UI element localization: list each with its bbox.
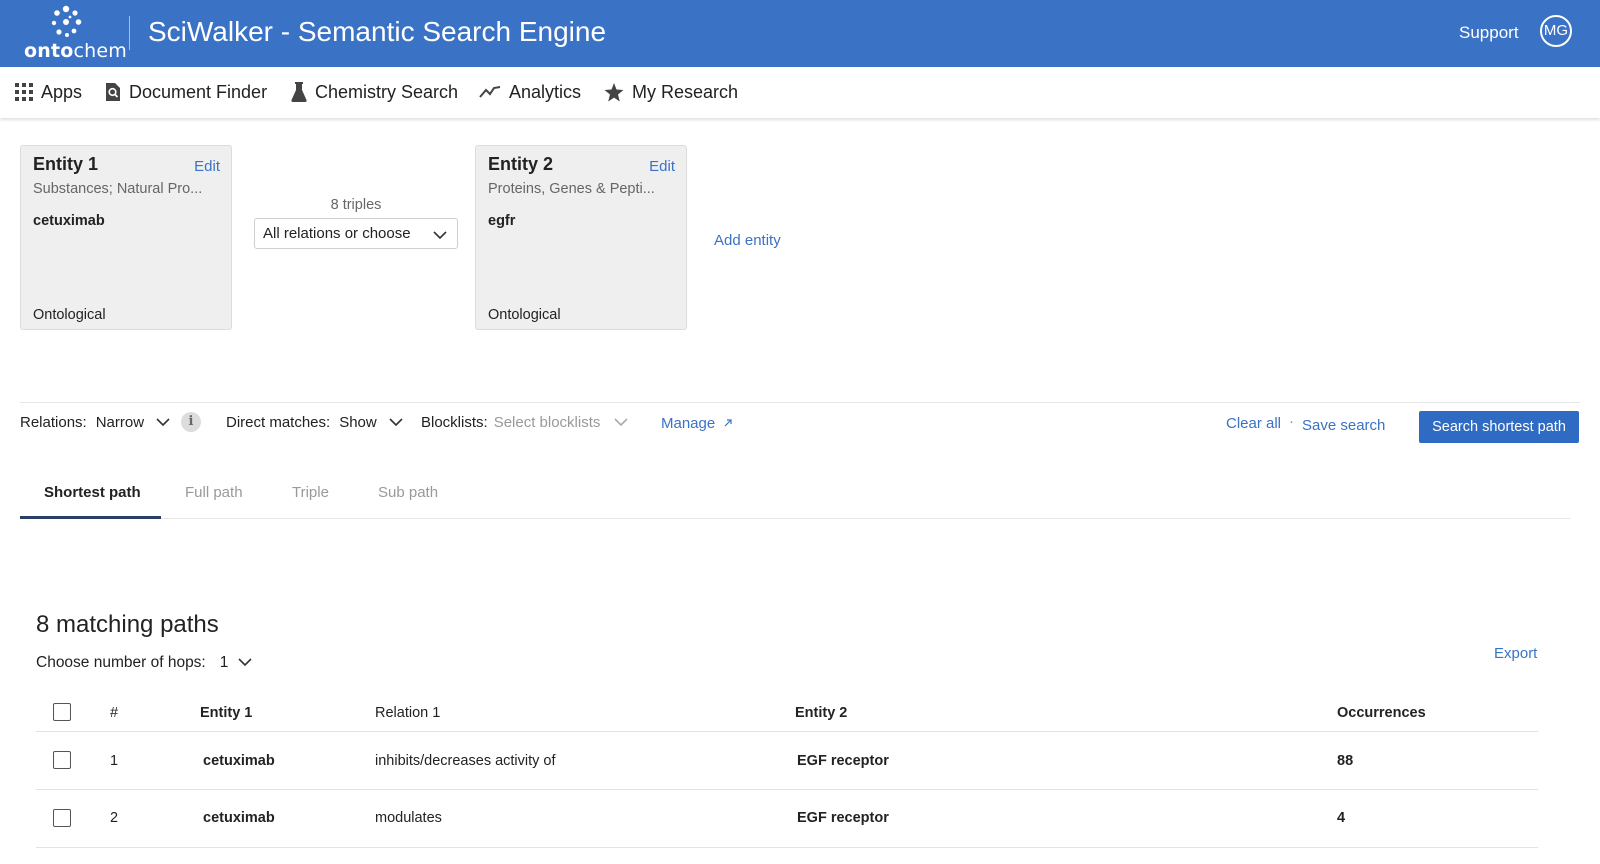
entity2-edit-link[interactable]: Edit bbox=[649, 158, 675, 175]
app-header: ontochem SciWalker - Semantic Search Eng… bbox=[0, 0, 1600, 67]
row-entity2: EGF receptor bbox=[797, 810, 889, 826]
chevron-down-icon bbox=[614, 414, 628, 431]
triples-count: 8 triples bbox=[330, 197, 382, 213]
tabs-divider bbox=[20, 518, 1570, 519]
flask-icon bbox=[291, 82, 307, 102]
info-icon[interactable]: i bbox=[181, 412, 201, 432]
select-all-checkbox[interactable] bbox=[53, 703, 71, 721]
search-shortest-path-button[interactable]: Search shortest path bbox=[1419, 411, 1579, 443]
entity1-category: Substances; Natural Pro... bbox=[33, 181, 203, 197]
column-header-relation1[interactable]: Relation 1 bbox=[375, 705, 440, 721]
nav-chemistry-search-label: Chemistry Search bbox=[315, 81, 459, 102]
column-header-number: # bbox=[110, 705, 119, 721]
save-search-link[interactable]: Save search bbox=[1302, 417, 1385, 434]
column-header-occurrences[interactable]: Occurrences bbox=[1337, 705, 1426, 721]
active-tab-indicator bbox=[20, 516, 161, 519]
direct-matches-label: Direct matches: bbox=[226, 414, 331, 431]
chevron-down-icon bbox=[156, 414, 170, 431]
nav-my-research-label: My Research bbox=[632, 81, 739, 102]
entity2-type: Ontological bbox=[488, 307, 561, 323]
blocklists-label: Blocklists: bbox=[421, 414, 488, 431]
entity2-title: Entity 2 bbox=[488, 154, 554, 174]
chevron-down-icon bbox=[433, 227, 447, 245]
row-divider bbox=[36, 789, 1538, 790]
apps-grid-icon bbox=[15, 83, 33, 101]
clear-all-link[interactable]: Clear all bbox=[1226, 415, 1281, 432]
tab-full-path[interactable]: Full path bbox=[185, 484, 243, 501]
row-relation: modulates bbox=[375, 810, 442, 826]
export-link[interactable]: Export bbox=[1494, 645, 1537, 662]
relation-select[interactable]: All relations or choose bbox=[254, 218, 458, 249]
entity2-value: egfr bbox=[488, 213, 516, 229]
row-occurrences: 88 bbox=[1337, 753, 1354, 769]
nav-document-finder-label: Document Finder bbox=[129, 81, 268, 102]
entity2-category: Proteins, Genes & Pepti... bbox=[488, 181, 655, 197]
filter-divider bbox=[20, 402, 1580, 403]
row-divider bbox=[36, 847, 1538, 848]
row-number: 2 bbox=[110, 810, 119, 826]
support-link[interactable]: Support bbox=[1459, 23, 1519, 43]
hops-selector[interactable]: Choose number of hops: 1 bbox=[36, 654, 252, 672]
direct-matches-filter[interactable]: Direct matches: Show bbox=[226, 414, 403, 431]
app-title: SciWalker - Semantic Search Engine bbox=[148, 16, 607, 47]
blocklists-filter[interactable]: Blocklists: Select blocklists bbox=[421, 414, 628, 431]
results-title: 8 matching paths bbox=[36, 611, 219, 638]
nav-my-research[interactable]: My Research bbox=[604, 79, 738, 105]
relations-filter-value[interactable]: Narrow bbox=[96, 414, 144, 431]
document-search-icon bbox=[105, 82, 121, 102]
header-row-divider bbox=[36, 731, 1538, 732]
nav-chemistry-search[interactable]: Chemistry Search bbox=[291, 79, 458, 105]
hops-value[interactable]: 1 bbox=[220, 654, 229, 672]
row-checkbox[interactable] bbox=[53, 751, 71, 769]
row-relation: inhibits/decreases activity of bbox=[375, 753, 556, 769]
row-occurrences: 4 bbox=[1337, 810, 1346, 826]
entity1-type: Ontological bbox=[33, 307, 106, 323]
row-entity1: cetuximab bbox=[203, 810, 275, 826]
column-header-entity1[interactable]: Entity 1 bbox=[200, 705, 252, 721]
tab-sub-path[interactable]: Sub path bbox=[378, 484, 438, 501]
nav-analytics-label: Analytics bbox=[509, 81, 582, 102]
relations-filter[interactable]: Relations: Narrow bbox=[20, 414, 170, 431]
column-header-entity2[interactable]: Entity 2 bbox=[795, 705, 847, 721]
row-entity1: cetuximab bbox=[203, 753, 275, 769]
logo-text: ontochem bbox=[24, 40, 128, 62]
entity2-card: Entity 2 Edit Proteins, Genes & Pepti...… bbox=[475, 145, 687, 330]
row-number: 1 bbox=[110, 753, 119, 769]
relation-select-value: All relations or choose bbox=[263, 225, 411, 242]
separator-dot: · bbox=[1289, 413, 1294, 430]
star-icon bbox=[604, 82, 624, 102]
nav-analytics[interactable]: Analytics bbox=[479, 79, 581, 105]
ontochem-logo-icon bbox=[51, 5, 82, 37]
entity1-card: Entity 1 Edit Substances; Natural Pro...… bbox=[20, 145, 232, 330]
blocklists-placeholder[interactable]: Select blocklists bbox=[494, 414, 601, 431]
trending-line-icon bbox=[479, 85, 501, 99]
external-link-icon bbox=[719, 415, 733, 432]
nav-apps-label: Apps bbox=[41, 81, 83, 102]
manage-blocklists-link[interactable]: Manage bbox=[661, 415, 733, 432]
nav-apps[interactable]: Apps bbox=[15, 79, 82, 105]
user-avatar[interactable]: MG bbox=[1540, 15, 1572, 47]
chevron-down-icon bbox=[238, 654, 252, 672]
add-entity-link[interactable]: Add entity bbox=[714, 232, 781, 249]
nav-document-finder[interactable]: Document Finder bbox=[105, 79, 267, 105]
entity1-value: cetuximab bbox=[33, 213, 105, 229]
header-divider bbox=[129, 16, 130, 50]
main-nav: Apps Document Finder Chemistry Search An… bbox=[0, 67, 1600, 118]
tab-shortest-path[interactable]: Shortest path bbox=[44, 484, 141, 501]
ontochem-logo[interactable]: ontochem bbox=[22, 4, 127, 62]
entity1-title: Entity 1 bbox=[33, 154, 99, 174]
tab-triple[interactable]: Triple bbox=[292, 484, 329, 501]
manage-label: Manage bbox=[661, 415, 716, 432]
relations-filter-label: Relations: bbox=[20, 414, 87, 431]
entity1-edit-link[interactable]: Edit bbox=[194, 158, 220, 175]
row-entity2: EGF receptor bbox=[797, 753, 889, 769]
direct-matches-value[interactable]: Show bbox=[339, 414, 377, 431]
chevron-down-icon bbox=[389, 414, 403, 431]
hops-label: Choose number of hops: bbox=[36, 654, 206, 671]
row-checkbox[interactable] bbox=[53, 809, 71, 827]
